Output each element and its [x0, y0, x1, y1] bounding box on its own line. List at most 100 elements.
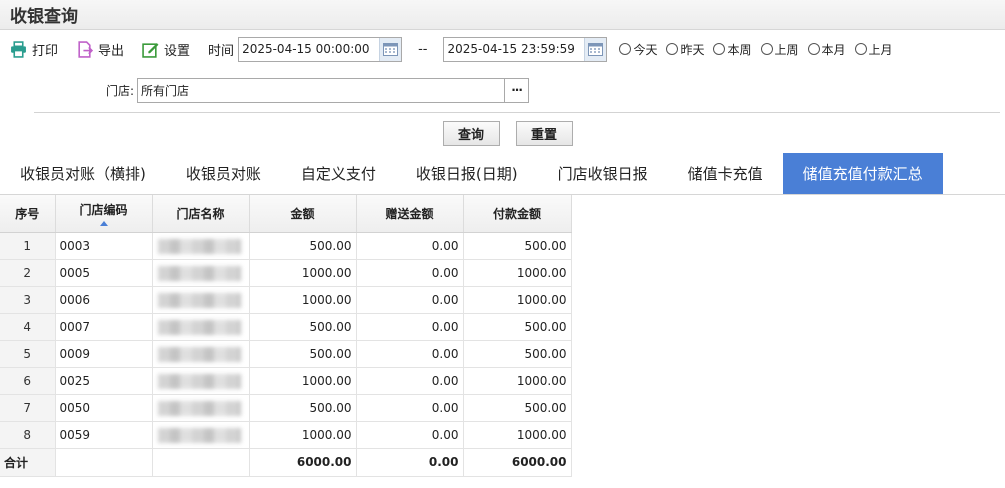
store-name-cell — [152, 421, 250, 449]
row-index: 6 — [0, 367, 56, 395]
data-grid: 序号 门店编码 门店名称 金额 赠送金额 付款金额 1 0003 500.00 0.0… — [0, 195, 572, 477]
bonus-amount-cell: 0.00 — [356, 259, 464, 287]
row-index: 3 — [0, 286, 56, 314]
sort-ascending-icon — [99, 220, 108, 226]
store-name-cell — [152, 286, 250, 314]
radio-label: 昨天 — [680, 42, 705, 57]
store-code-cell: 0025 — [55, 367, 153, 395]
bonus-amount-cell: 0.00 — [356, 421, 464, 449]
radio-this-month[interactable]: 本月 — [807, 41, 846, 58]
edit-icon — [142, 42, 159, 58]
bonus-amount-cell: 0.00 — [356, 394, 464, 422]
tab-daily-report-date[interactable]: 收银日报(日期) — [396, 153, 538, 194]
radio-last-week[interactable]: 上周 — [760, 41, 799, 58]
export-button[interactable]: 导出 — [76, 40, 124, 59]
redacted-store-name — [157, 373, 241, 389]
table-row[interactable]: 7 0050 500.00 0.00 500.00 — [0, 394, 572, 422]
store-code-cell: 0005 — [55, 259, 153, 287]
row-index: 8 — [0, 421, 56, 449]
column-header-store-name[interactable]: 门店名称 — [152, 195, 250, 233]
print-label: 打印 — [32, 43, 59, 59]
paid-amount-cell: 500.00 — [463, 340, 572, 368]
query-button[interactable]: 查询 — [442, 120, 500, 146]
table-row[interactable]: 2 0005 1000.00 0.00 1000.00 — [0, 259, 572, 287]
radio-circle[interactable] — [807, 43, 820, 55]
start-time-input[interactable]: 2025-04-15 00:00:00 — [238, 36, 403, 62]
settings-label: 设置 — [164, 43, 191, 59]
radio-circle[interactable] — [713, 43, 726, 55]
start-time-value: 2025-04-15 00:00:00 — [242, 42, 370, 56]
tab-store-daily-report[interactable]: 门店收银日报 — [538, 153, 668, 194]
tab-cashier-recon-horizontal[interactable]: 收银员对账（横排) — [0, 153, 166, 194]
table-header-row: 序号 门店编码 门店名称 金额 赠送金额 付款金额 — [0, 195, 572, 233]
total-paid: 6000.00 — [463, 448, 572, 477]
amount-cell: 500.00 — [249, 313, 357, 341]
paid-amount-cell: 500.00 — [463, 313, 572, 341]
tab-recharge-payment-summary[interactable]: 储值充值付款汇总 — [782, 153, 943, 194]
store-name-cell — [152, 313, 250, 341]
amount-cell: 500.00 — [249, 232, 357, 260]
radio-today[interactable]: 今天 — [619, 41, 657, 58]
store-input[interactable]: 所有门店 — [137, 77, 506, 103]
tab-custom-payment[interactable]: 自定义支付 — [281, 153, 396, 194]
store-name-cell — [152, 340, 250, 368]
title-bar: 收银查询 — [0, 0, 1005, 30]
amount-cell: 1000.00 — [249, 421, 357, 449]
store-picker-button[interactable]: ··· — [505, 77, 530, 103]
summary-table: 序号 门店编码 门店名称 金额 赠送金额 付款金额 1 0003 500.00 0.0… — [0, 195, 572, 477]
store-label: 门店: — [106, 83, 135, 98]
bonus-amount-cell: 0.00 — [356, 232, 464, 260]
table-row[interactable]: 8 0059 1000.00 0.00 1000.00 — [0, 421, 572, 449]
table-row[interactable]: 3 0006 1000.00 0.00 1000.00 — [0, 286, 572, 314]
end-time-input[interactable]: 2025-04-15 23:59:59 — [443, 36, 608, 62]
amount-cell: 500.00 — [249, 394, 357, 422]
paid-amount-cell: 500.00 — [463, 394, 572, 422]
store-name-cell — [152, 259, 250, 287]
radio-label: 今天 — [633, 42, 658, 57]
print-button[interactable]: 打印 — [10, 40, 58, 59]
redacted-store-name — [157, 292, 241, 308]
radio-circle[interactable] — [854, 43, 867, 55]
tab-stored-value-recharge[interactable]: 储值卡充值 — [668, 153, 783, 194]
bonus-amount-cell: 0.00 — [356, 340, 464, 368]
store-code-cell: 0007 — [55, 313, 153, 341]
calendar-icon[interactable] — [379, 37, 402, 61]
store-filter-row: 门店: 所有门店 ··· — [0, 68, 1005, 112]
redacted-store-name — [157, 238, 241, 254]
store-code-cell: 0003 — [55, 232, 153, 260]
radio-label: 上周 — [774, 42, 799, 57]
bonus-amount-cell: 0.00 — [356, 367, 464, 395]
store-name-cell — [152, 394, 250, 422]
calendar-icon[interactable] — [584, 37, 607, 61]
amount-cell: 500.00 — [249, 340, 357, 368]
radio-yesterday[interactable]: 昨天 — [666, 41, 704, 58]
reset-button[interactable]: 重置 — [515, 120, 573, 146]
column-header-store-code[interactable]: 门店编码 — [55, 195, 153, 233]
paid-amount-cell: 1000.00 — [463, 259, 572, 287]
total-bonus: 0.00 — [356, 448, 464, 477]
table-row[interactable]: 1 0003 500.00 0.00 500.00 — [0, 232, 572, 260]
table-row[interactable]: 6 0025 1000.00 0.00 1000.00 — [0, 367, 572, 395]
redacted-store-name — [157, 427, 241, 443]
row-index: 1 — [0, 232, 56, 260]
table-row[interactable]: 4 0007 500.00 0.00 500.00 — [0, 313, 572, 341]
page-title: 收银查询 — [10, 7, 78, 27]
radio-this-week[interactable]: 本周 — [713, 41, 752, 58]
total-row: 合计 6000.00 0.00 6000.00 — [0, 448, 572, 477]
table-row[interactable]: 5 0009 500.00 0.00 500.00 — [0, 340, 572, 368]
column-header-bonus-amount[interactable]: 赠送金额 — [356, 195, 464, 233]
time-label: 时间 — [208, 43, 235, 59]
tab-cashier-recon[interactable]: 收银员对账 — [166, 153, 281, 194]
radio-last-month[interactable]: 上月 — [854, 41, 893, 58]
store-code-cell: 0059 — [55, 421, 153, 449]
radio-circle[interactable] — [760, 43, 773, 55]
radio-circle[interactable] — [619, 43, 632, 55]
radio-circle[interactable] — [666, 43, 679, 55]
column-header-amount[interactable]: 金额 — [249, 195, 357, 233]
amount-cell: 1000.00 — [249, 367, 357, 395]
column-header-paid-amount[interactable]: 付款金额 — [463, 195, 572, 233]
settings-button[interactable]: 设置 — [142, 40, 190, 59]
row-index: 2 — [0, 259, 56, 287]
row-index: 5 — [0, 340, 56, 368]
column-header-index[interactable]: 序号 — [0, 195, 56, 233]
